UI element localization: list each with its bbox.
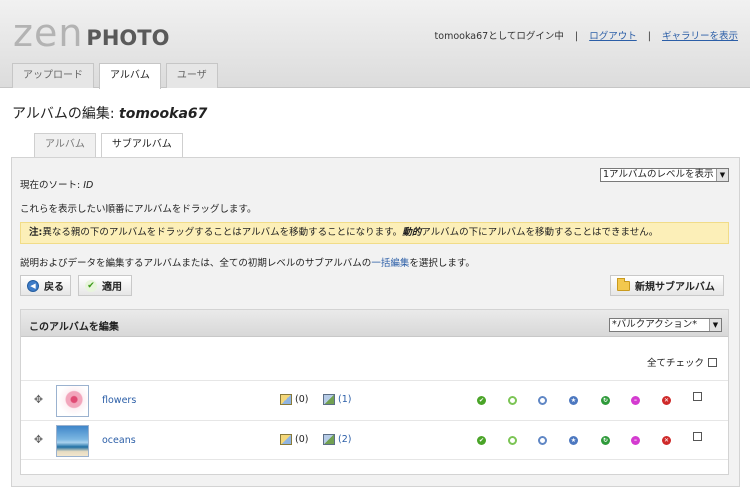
separator: | (647, 31, 651, 42)
panel-header: このアルバムを編集 *バルクアクション* ▼ (21, 310, 728, 337)
albums-icon (323, 434, 335, 445)
notice-text-2: アルバムの下にアルバムを移動することはできません。 (421, 227, 659, 238)
new-subalbum-button[interactable]: 新規サブアルバム (610, 275, 724, 296)
current-sort: 現在のソート: ID (20, 177, 93, 191)
bulk-action-value: *バルクアクション* (612, 319, 698, 330)
tab-upload[interactable]: アップロード (12, 63, 94, 88)
level-select-value: 1アルバムのレベルを表示 (603, 169, 714, 180)
notice-text-1: 異なる親の下のアルバムをドラッグすることはアルバムを移動することになります。 (42, 227, 403, 238)
rating-icon[interactable] (538, 436, 547, 445)
reset-hitcounter-icon[interactable]: – (631, 436, 640, 445)
image-count: (0) (280, 394, 308, 405)
thumbnail-icon[interactable]: ★ (569, 396, 578, 405)
logo-photo-text: PHOTO (86, 26, 170, 50)
sort-value: ID (83, 180, 94, 191)
images-icon (280, 434, 292, 445)
separator: | (574, 31, 579, 42)
back-arrow-icon: ◀ (27, 279, 39, 292)
new-subalbum-label: 新規サブアルバム (635, 282, 715, 293)
page-title: アルバムの編集: tomooka67 (12, 103, 207, 123)
subalbum-count-value[interactable]: (1) (338, 394, 351, 405)
images-icon (280, 394, 292, 405)
album-list-panel: このアルバムを編集 *バルクアクション* ▼ 全てチェック ✥ flowers … (20, 309, 729, 475)
notice-banner: 注:異なる親の下のアルバムをドラッグすることはアルバムを移動することになります。… (20, 222, 729, 244)
comments-icon[interactable] (508, 436, 517, 445)
folder-icon (617, 277, 630, 291)
delete-icon[interactable]: ✕ (662, 396, 671, 405)
check-all-label: 全てチェック (647, 358, 705, 369)
back-button-label: 戻る (44, 282, 64, 293)
notice-dynamic: 動的 (402, 227, 422, 238)
rating-icon[interactable] (538, 396, 547, 405)
image-count-value: (0) (295, 394, 309, 405)
album-name-link[interactable]: flowers (102, 395, 136, 406)
thumbnail-icon[interactable]: ★ (569, 436, 578, 445)
album-row[interactable]: ✥ flowers (0) (1) ✔ ★ ↻ – ✕ (21, 380, 728, 420)
panel-title: このアルバムを編集 (29, 322, 119, 333)
delete-icon[interactable]: ✕ (662, 436, 671, 445)
main-tabs: アップロード アルバム ユーザ (12, 63, 218, 89)
row-checkbox[interactable] (693, 392, 702, 401)
drag-instruction: これらを表示したい順番にアルバムをドラッグします。 (20, 204, 257, 215)
notice-prefix: 注: (29, 227, 43, 238)
logo-zen-text: zen (13, 11, 84, 55)
apply-button-label: 適用 (102, 282, 122, 293)
sort-label: 現在のソート: (20, 180, 84, 191)
checkmark-icon: ✔ (85, 279, 97, 292)
app-header: zen PHOTO tomooka67としてログイン中 | ログアウト | ギャ… (0, 0, 750, 89)
tab-subalbums[interactable]: サブアルバム (100, 133, 183, 158)
dropdown-arrow-icon: ▼ (709, 319, 721, 331)
zenphoto-logo[interactable]: zen PHOTO (13, 10, 170, 55)
dropdown-arrow-icon: ▼ (716, 169, 728, 181)
description-line: 説明およびデータを編集するアルバムまたは、全ての初期レベルのサブアルバムの一括編… (20, 255, 475, 269)
album-thumbnail[interactable] (56, 385, 89, 417)
drag-handle-icon[interactable]: ✥ (32, 433, 45, 446)
level-select[interactable]: 1アルバムのレベルを表示 ▼ (600, 168, 729, 182)
view-gallery-link[interactable]: ギャラリーを表示 (662, 31, 738, 42)
subalbum-count[interactable]: (1) (323, 394, 351, 405)
subalbum-count[interactable]: (2) (323, 434, 351, 445)
image-count-value: (0) (295, 434, 309, 445)
header-links: tomooka67としてログイン中 | ログアウト | ギャラリーを表示 (435, 28, 738, 42)
back-button[interactable]: ◀ 戻る (20, 275, 71, 296)
cache-icon[interactable]: ↻ (601, 436, 610, 445)
bulk-edit-link[interactable]: 一括編集 (371, 258, 409, 269)
album-thumbnail[interactable] (56, 425, 89, 457)
description-suffix: を選択します。 (409, 258, 475, 269)
apply-button[interactable]: ✔ 適用 (78, 275, 132, 296)
reset-hitcounter-icon[interactable]: – (631, 396, 640, 405)
albums-icon (323, 394, 335, 405)
published-icon[interactable]: ✔ (477, 436, 486, 445)
page-title-album: tomooka67 (119, 106, 208, 122)
page-title-prefix: アルバムの編集: (12, 106, 120, 122)
description-text: 説明およびデータを編集するアルバムまたは、全ての初期レベルのサブアルバムの (20, 258, 372, 269)
sub-tabs: アルバム サブアルバム (34, 133, 183, 158)
tab-albums[interactable]: アルバム (99, 63, 161, 89)
bulk-action-select[interactable]: *バルクアクション* ▼ (609, 318, 722, 332)
tab-users[interactable]: ユーザ (165, 63, 218, 88)
check-all-checkbox[interactable] (708, 357, 718, 367)
album-row[interactable]: ✥ oceans (0) (2) ✔ ★ ↻ – ✕ (21, 420, 728, 460)
row-checkbox[interactable] (693, 432, 702, 441)
logout-link[interactable]: ログアウト (589, 31, 637, 42)
image-count: (0) (280, 434, 308, 445)
tab-album[interactable]: アルバム (34, 133, 96, 157)
drag-handle-icon[interactable]: ✥ (32, 393, 45, 406)
check-all[interactable]: 全てチェック (647, 355, 718, 369)
album-name-link[interactable]: oceans (102, 435, 136, 446)
subalbum-count-value[interactable]: (2) (338, 434, 351, 445)
comments-icon[interactable] (508, 396, 517, 405)
cache-icon[interactable]: ↻ (601, 396, 610, 405)
login-status: tomooka67としてログイン中 (434, 31, 564, 42)
published-icon[interactable]: ✔ (477, 396, 486, 405)
